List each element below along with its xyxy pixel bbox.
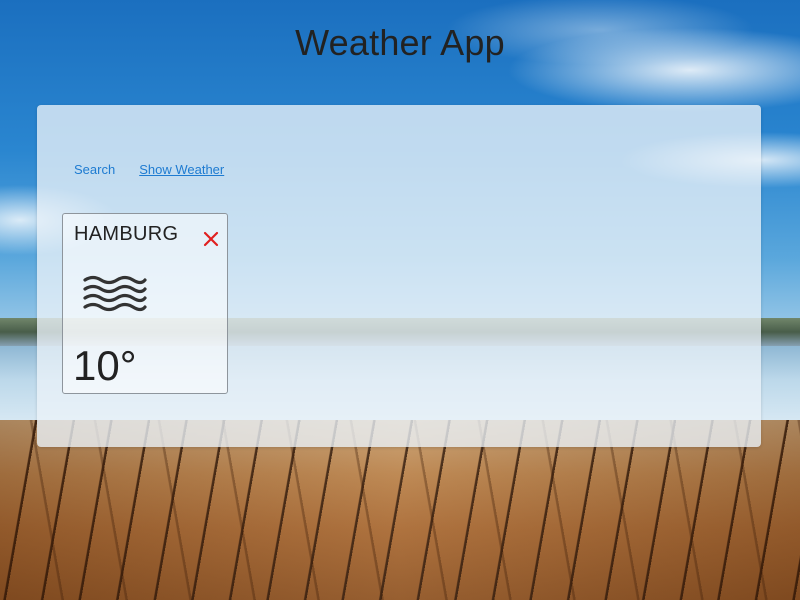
city-name: HAMBURG — [74, 223, 179, 245]
search-link[interactable]: Search — [74, 162, 115, 177]
main-panel: Search Show Weather HAMBURG 10° — [37, 105, 761, 447]
close-icon[interactable] — [203, 231, 219, 247]
nav-links: Search Show Weather — [74, 162, 224, 177]
weather-card: HAMBURG 10° — [62, 213, 228, 394]
show-weather-link[interactable]: Show Weather — [139, 162, 224, 177]
weather-app-page: Weather App Search Show Weather HAMBURG — [0, 0, 800, 600]
fog-icon — [83, 272, 147, 316]
page-title: Weather App — [295, 22, 505, 63]
wooden-deck-shading — [0, 420, 800, 600]
temperature-value: 10° — [73, 342, 137, 389]
